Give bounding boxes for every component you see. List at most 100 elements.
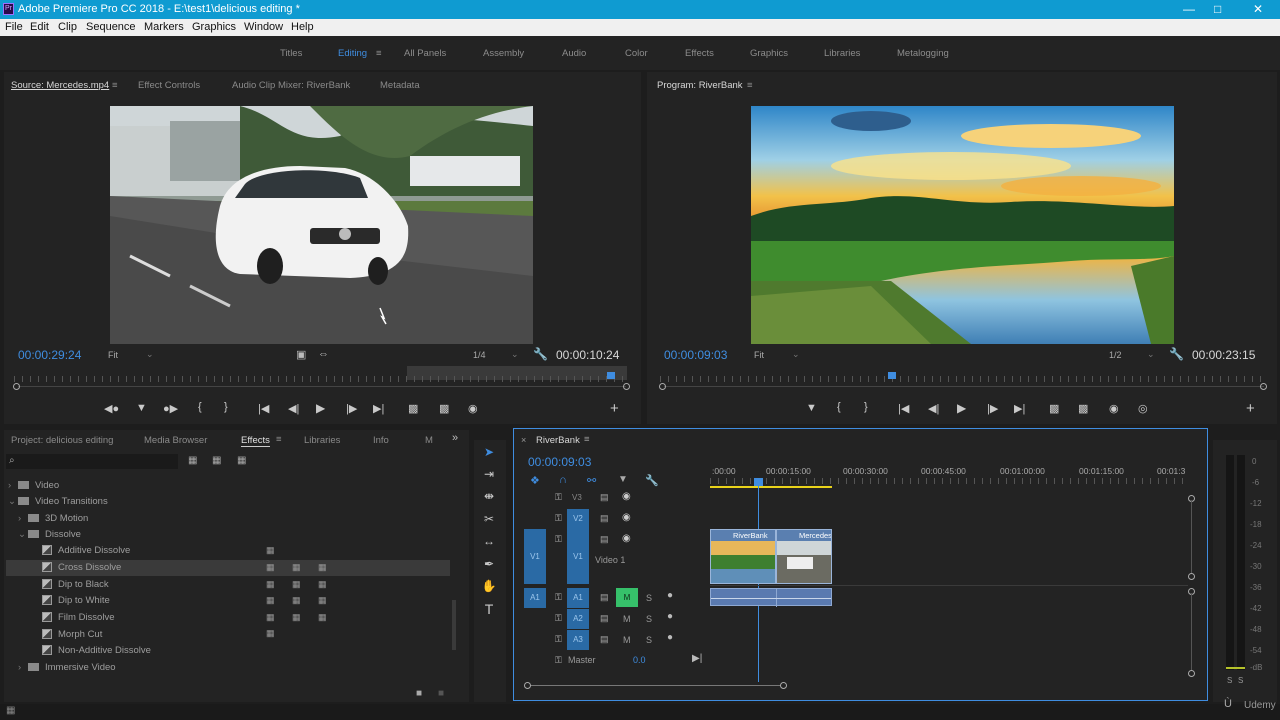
- tab-media-browser[interactable]: Media Browser: [144, 435, 207, 446]
- scroll-handle-left[interactable]: [13, 383, 20, 390]
- menu-window[interactable]: Window: [244, 21, 283, 33]
- workspace-editing[interactable]: Editing: [338, 48, 367, 59]
- razor-tool-icon[interactable]: ✂: [476, 512, 502, 526]
- workspace-all-panels[interactable]: All Panels: [404, 48, 446, 59]
- sync-lock-icon[interactable]: ▤: [600, 513, 609, 524]
- maximize-icon[interactable]: □: [1214, 2, 1221, 16]
- linked-selection-icon[interactable]: ⚯: [587, 474, 596, 487]
- step-back-icon[interactable]: ◀|: [288, 402, 299, 415]
- lock-icon[interactable]: ⚿: [555, 534, 562, 545]
- extract-icon[interactable]: ▩: [1078, 402, 1088, 415]
- step-forward-icon[interactable]: |▶: [346, 402, 357, 415]
- close-sequence-icon[interactable]: ×: [521, 435, 526, 445]
- ripple-edit-tool-icon[interactable]: ⇼: [476, 489, 502, 503]
- add-button-icon[interactable]: +: [1246, 400, 1255, 417]
- menu-help[interactable]: Help: [291, 21, 314, 33]
- insert-arrows-icon[interactable]: ⇔: [318, 348, 329, 360]
- program-scrollbar[interactable]: [664, 386, 1264, 387]
- program-fit-select[interactable]: Fit: [754, 350, 764, 360]
- wrench-icon[interactable]: 🔧: [533, 347, 548, 361]
- source-patch-a1[interactable]: A1: [524, 588, 546, 608]
- tree-folder-3d-motion[interactable]: › 3D Motion: [18, 511, 88, 527]
- more-tabs-icon[interactable]: »: [452, 432, 458, 444]
- video-clip-riverbank[interactable]: RiverBank: [710, 529, 776, 584]
- program-video-frame[interactable]: [751, 106, 1174, 344]
- vertical-scroll-handle[interactable]: [1188, 573, 1195, 580]
- workspace-effects[interactable]: Effects: [685, 48, 714, 59]
- lock-icon[interactable]: ⚿: [555, 634, 562, 645]
- tab-effects[interactable]: Effects: [241, 435, 270, 447]
- tree-folder-immersive-video[interactable]: › Immersive Video: [18, 660, 116, 676]
- vertical-scroll-handle[interactable]: [1188, 670, 1195, 677]
- effects-search-input[interactable]: ⌕: [6, 454, 178, 469]
- mute-a3-button[interactable]: M: [623, 635, 631, 645]
- menu-markers[interactable]: Markers: [144, 21, 184, 33]
- solo-a1-button[interactable]: S: [646, 593, 652, 603]
- menu-clip[interactable]: Clip: [58, 21, 77, 33]
- tree-folder-video[interactable]: › Video: [8, 478, 59, 494]
- scroll-handle-right[interactable]: [623, 383, 630, 390]
- insert-icon[interactable]: ▩: [408, 402, 418, 415]
- timeline-timecode[interactable]: 00:00:09:03: [528, 455, 591, 469]
- vertical-scrollbar[interactable]: [1191, 500, 1192, 573]
- mark-out-bracket-icon[interactable]: }: [864, 401, 868, 413]
- zoom-scroll-handle-right[interactable]: [780, 682, 787, 689]
- wrench-icon[interactable]: 🔧: [1169, 347, 1184, 361]
- track-select-tool-icon[interactable]: ⇥: [476, 467, 502, 481]
- nest-icon[interactable]: ❖: [530, 474, 540, 487]
- menu-sequence[interactable]: Sequence: [86, 21, 136, 33]
- scroll-handle-left[interactable]: [659, 383, 666, 390]
- program-playhead[interactable]: [888, 372, 896, 379]
- panel-menu-icon[interactable]: ≡: [584, 434, 590, 445]
- add-button-icon[interactable]: +: [610, 400, 619, 417]
- zoom-scrollbar[interactable]: [531, 685, 781, 686]
- mark-out-icon[interactable]: ●▶: [163, 402, 178, 415]
- source-playhead[interactable]: [607, 372, 615, 379]
- wrench-icon[interactable]: 🔧: [645, 474, 659, 487]
- tree-folder-dissolve[interactable]: ⌄ Dissolve: [18, 527, 81, 543]
- mark-in-bracket-icon[interactable]: {: [837, 401, 841, 413]
- microphone-icon[interactable]: ●: [667, 632, 673, 643]
- track-target-v1[interactable]: V1: [567, 529, 589, 584]
- sequence-tab[interactable]: RiverBank: [536, 435, 580, 446]
- menu-edit[interactable]: Edit: [30, 21, 49, 33]
- lock-icon[interactable]: ⚿: [555, 655, 562, 666]
- source-time-ruler[interactable]: [14, 376, 626, 382]
- video-clip-mercedes[interactable]: Mercedes: [776, 529, 832, 584]
- sync-lock-icon[interactable]: ▤: [600, 534, 609, 545]
- chevron-down-icon[interactable]: ⌄: [1147, 349, 1155, 360]
- panel-menu-icon[interactable]: ≡: [747, 80, 753, 91]
- workspace-graphics[interactable]: Graphics: [750, 48, 788, 59]
- source-fit-select[interactable]: Fit: [108, 350, 118, 360]
- selection-tool-icon[interactable]: ➤: [476, 445, 502, 459]
- play-icon[interactable]: ▶: [316, 401, 325, 415]
- export-frame-icon[interactable]: ◉: [1109, 402, 1119, 415]
- lock-icon[interactable]: ⚿: [555, 613, 562, 624]
- master-volume-value[interactable]: 0.0: [633, 655, 646, 665]
- panel-menu-icon[interactable]: ≡: [112, 80, 118, 91]
- source-resolution-select[interactable]: 1/4: [473, 350, 486, 360]
- tree-item-film-dissolve[interactable]: Film Dissolve: [42, 610, 114, 626]
- mark-in-icon[interactable]: ◀●: [104, 402, 119, 415]
- tab-project[interactable]: Project: delicious editing: [11, 435, 113, 446]
- tree-item-additive-dissolve[interactable]: Additive Dissolve: [42, 543, 130, 559]
- microphone-icon[interactable]: ●: [667, 611, 673, 622]
- solo-right-button[interactable]: S: [1238, 676, 1243, 685]
- lock-icon[interactable]: ⚿: [555, 492, 562, 503]
- tab-audio-clip-mixer[interactable]: Audio Clip Mixer: RiverBank: [232, 80, 350, 91]
- eye-icon[interactable]: ◉: [622, 491, 631, 502]
- effects-scrollbar[interactable]: [452, 600, 456, 650]
- tab-effect-controls[interactable]: Effect Controls: [138, 80, 200, 91]
- tree-item-dip-to-white[interactable]: Dip to White: [42, 593, 110, 609]
- tree-item-dip-to-black[interactable]: Dip to Black: [42, 577, 109, 593]
- accelerated-effects-icon[interactable]: ▦: [188, 455, 197, 466]
- eye-icon[interactable]: ◉: [622, 533, 631, 544]
- solo-a2-button[interactable]: S: [646, 614, 652, 624]
- lift-icon[interactable]: ▩: [1049, 402, 1059, 415]
- workspace-color[interactable]: Color: [625, 48, 648, 59]
- tab-libraries[interactable]: Libraries: [304, 435, 340, 446]
- vertical-scrollbar[interactable]: [1191, 593, 1192, 670]
- solo-a3-button[interactable]: S: [646, 635, 652, 645]
- go-to-out-icon[interactable]: ▶|: [373, 402, 384, 415]
- source-current-timecode[interactable]: 00:00:29:24: [18, 348, 81, 362]
